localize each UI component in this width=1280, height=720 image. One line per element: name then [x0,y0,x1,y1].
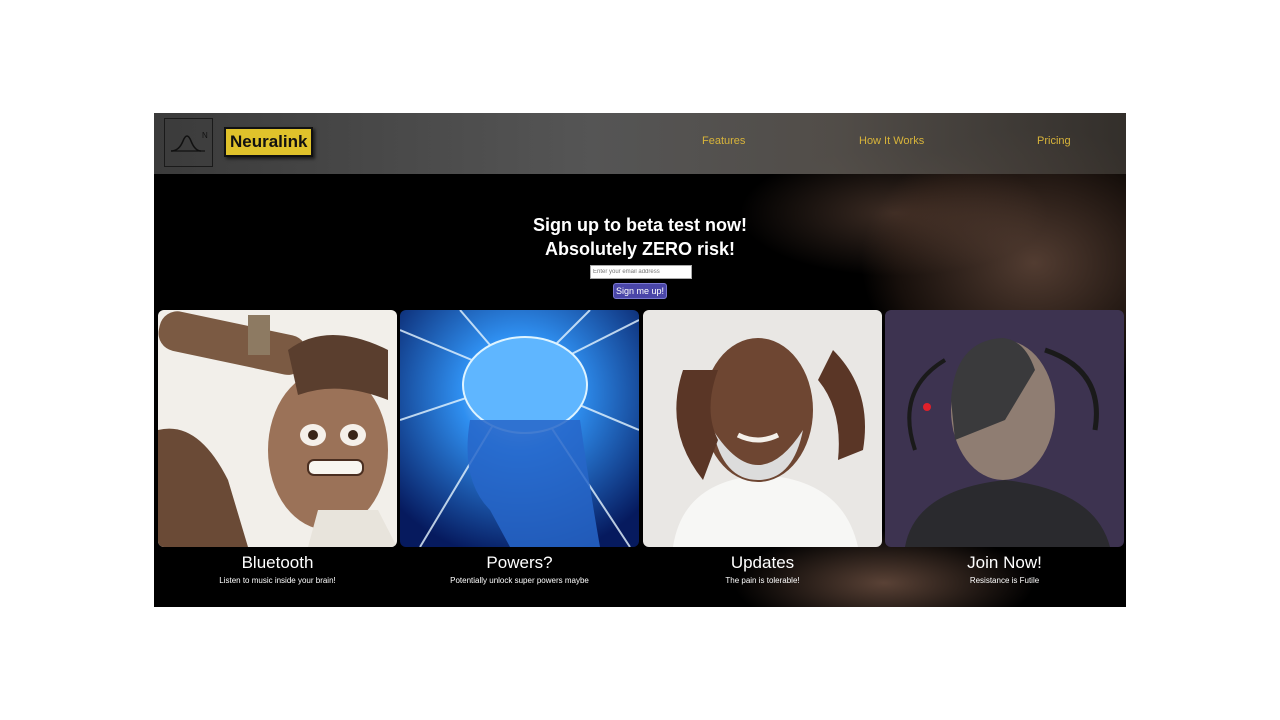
card-image-updates [643,310,882,547]
card-title-powers: Powers? [486,553,553,572]
card-title-join-now: Join Now! [967,553,1042,572]
card-image-join-now [885,310,1124,547]
logo-letter: N [202,131,208,140]
card-subtitle-bluetooth: Listen to music inside your brain! [219,576,336,585]
brand-name[interactable]: Neuralink [224,127,314,157]
nav-link-pricing[interactable]: Pricing [1037,135,1071,147]
card-subtitle-powers: Potentially unlock super powers maybe [450,576,589,585]
card-subtitle-updates: The pain is tolerable! [725,576,800,585]
card-image-powers [400,310,639,547]
nav-link-how-it-works[interactable]: How It Works [859,135,924,147]
card-title-bluetooth: Bluetooth [241,553,314,572]
hero-line-2: Absolutely ZERO risk! [544,239,736,259]
card-title-updates: Updates [730,553,795,572]
navbar: N Neuralink Features How It Works Pricin… [154,113,1126,174]
hero-line-1: Sign up to beta test now! [533,215,747,235]
hero-heading: Sign up to beta test now! Absolutely ZER… [154,213,1126,261]
card-image-bluetooth [158,310,397,547]
nav-link-features[interactable]: Features [702,135,745,147]
logo-icon[interactable]: N [164,118,213,167]
email-input[interactable] [590,265,692,279]
landing-page: N Neuralink Features How It Works Pricin… [154,113,1126,607]
sign-me-up-button[interactable]: Sign me up! [613,283,667,299]
card-subtitle-join-now: Resistance is Futile [969,576,1040,585]
